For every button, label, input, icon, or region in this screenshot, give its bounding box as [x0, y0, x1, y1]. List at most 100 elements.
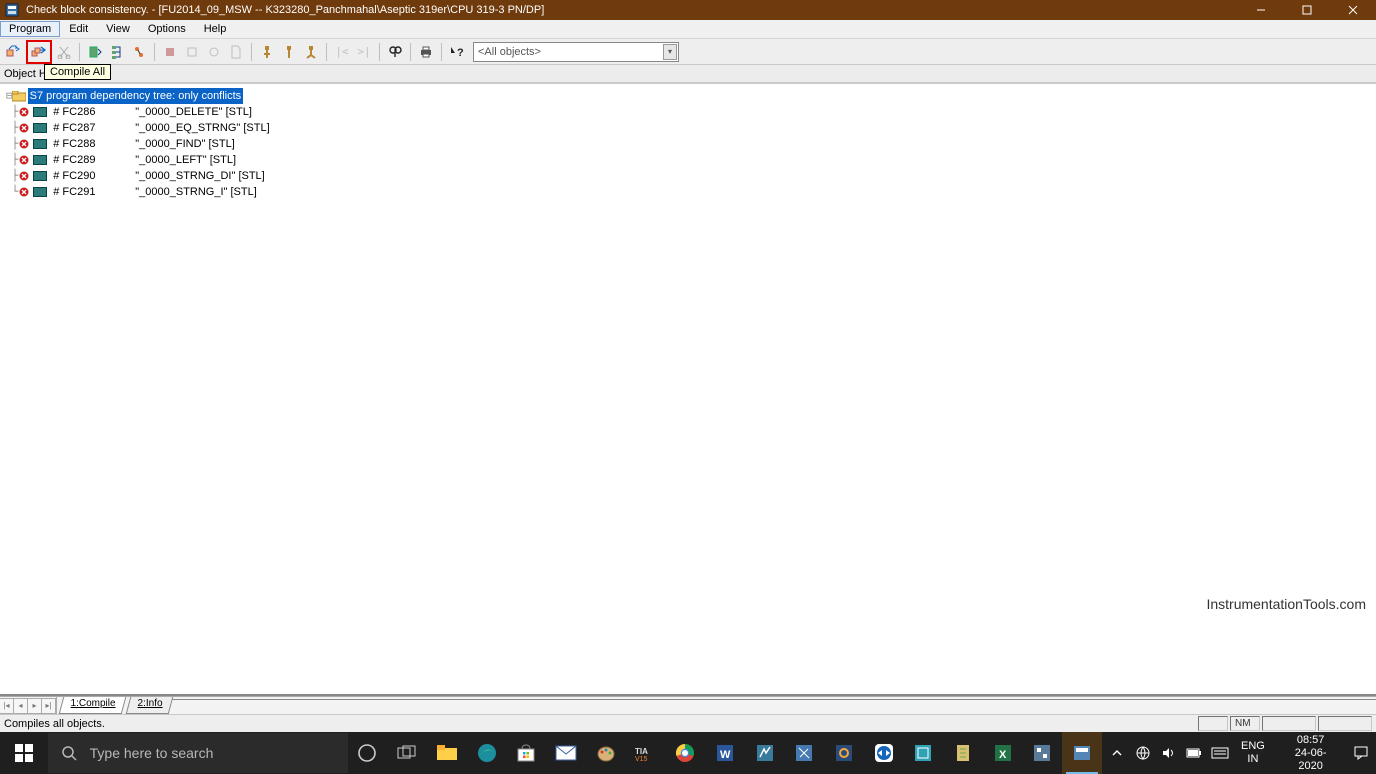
task-view-icon[interactable]	[387, 732, 427, 774]
tray-keyboard-icon[interactable]	[1211, 744, 1229, 762]
cut-button[interactable]	[54, 42, 74, 62]
context-help-button[interactable]: ?	[447, 42, 467, 62]
tray-chevron-icon[interactable]	[1108, 744, 1126, 762]
tray-language[interactable]: ENGIN	[1237, 740, 1269, 766]
error-icon	[17, 106, 31, 118]
square-button[interactable]	[182, 42, 202, 62]
tree-item[interactable]: ├ # FC288 "_0000_FIND" [STL]	[6, 136, 1370, 152]
tab-nav-last[interactable]: ▸|	[41, 698, 56, 714]
error-icon	[17, 122, 31, 134]
menu-program[interactable]: Program	[0, 21, 60, 37]
windows-taskbar: Type here to search TIAV15 W X ENGIN 08:…	[0, 732, 1376, 774]
error-icon	[17, 138, 31, 150]
app-icon-5[interactable]	[943, 732, 983, 774]
paint-icon[interactable]	[586, 732, 626, 774]
block-icon	[33, 107, 47, 117]
tray-clock[interactable]: 08:5724-06-2020	[1277, 734, 1345, 773]
menu-edit[interactable]: Edit	[60, 21, 97, 37]
toolbar: |< >| ? <All objects> ▾	[0, 39, 1376, 65]
simatic-icon[interactable]	[1062, 732, 1102, 774]
store-icon[interactable]	[506, 732, 546, 774]
status-text: Compiles all objects.	[4, 718, 105, 730]
search-placeholder: Type here to search	[90, 745, 214, 761]
tree-button[interactable]	[107, 42, 127, 62]
cortana-icon[interactable]	[348, 732, 388, 774]
refresh-button[interactable]	[85, 42, 105, 62]
app-icon-1[interactable]	[745, 732, 785, 774]
teamviewer-icon[interactable]	[864, 732, 904, 774]
compile-button[interactable]	[4, 42, 24, 62]
page-button[interactable]	[226, 42, 246, 62]
tab-nav-next[interactable]: ▸	[27, 698, 42, 714]
app-icon	[4, 2, 20, 18]
print-button[interactable]	[416, 42, 436, 62]
tia-icon[interactable]: TIAV15	[626, 732, 666, 774]
start-button[interactable]	[0, 732, 48, 774]
block-icon	[33, 171, 47, 181]
tree-item-name: # FC290	[53, 168, 119, 184]
tree-item-desc: "_0000_EQ_STRNG" [STL]	[135, 120, 269, 136]
stop-button[interactable]	[160, 42, 180, 62]
app-icon-4[interactable]	[903, 732, 943, 774]
watermark: InstrumentationTools.com	[1206, 596, 1366, 612]
toolbar-separator	[251, 43, 252, 61]
app-icon-3[interactable]	[824, 732, 864, 774]
block-icon	[33, 155, 47, 165]
toolbar-separator	[326, 43, 327, 61]
toolbar-separator	[79, 43, 80, 61]
toolbar-separator	[410, 43, 411, 61]
tree-item[interactable]: └ # FC291 "_0000_STRNG_I" [STL]	[6, 184, 1370, 200]
menu-options[interactable]: Options	[139, 21, 195, 37]
tree-item-name: # FC286	[53, 104, 119, 120]
tree-item[interactable]: ├ # FC287 "_0000_EQ_STRNG" [STL]	[6, 120, 1370, 136]
tab-nav-prev[interactable]: ◂	[13, 698, 28, 714]
toolbar-separator	[154, 43, 155, 61]
tab-compile[interactable]: 1:Compile	[59, 697, 127, 714]
tree-item-name: # FC291	[53, 184, 119, 200]
error-icon	[17, 154, 31, 166]
close-button[interactable]	[1330, 0, 1376, 20]
menu-help[interactable]: Help	[195, 21, 236, 37]
tab-info[interactable]: 2:Info	[126, 697, 174, 714]
tray-battery-icon[interactable]	[1185, 744, 1203, 762]
word-icon[interactable]: W	[705, 732, 745, 774]
tree-item-name: # FC289	[53, 152, 119, 168]
edge-icon[interactable]	[467, 732, 507, 774]
tree-item-name: # FC287	[53, 120, 119, 136]
tool-a-button[interactable]	[257, 42, 277, 62]
chrome-icon[interactable]	[665, 732, 705, 774]
tree-item[interactable]: ├ # FC286 "_0000_DELETE" [STL]	[6, 104, 1370, 120]
tree-item-desc: "_0000_LEFT" [STL]	[135, 152, 236, 168]
tool-c-button[interactable]	[301, 42, 321, 62]
tab-nav-first[interactable]: |◂	[0, 698, 14, 714]
menu-view[interactable]: View	[97, 21, 139, 37]
mail-icon[interactable]	[546, 732, 586, 774]
folder-icon	[12, 90, 26, 102]
minimize-button[interactable]	[1238, 0, 1284, 20]
link-button[interactable]	[129, 42, 149, 62]
tree-view[interactable]: ⊟ S7 program dependency tree: only confl…	[0, 83, 1376, 696]
action-center-icon[interactable]	[1352, 744, 1370, 762]
file-explorer-icon[interactable]	[427, 732, 467, 774]
tree-item[interactable]: ├ # FC289 "_0000_LEFT" [STL]	[6, 152, 1370, 168]
tree-item[interactable]: ├ # FC290 "_0000_STRNG_DI" [STL]	[6, 168, 1370, 184]
window-title: Check block consistency. - [FU2014_09_MS…	[24, 4, 1238, 16]
tray-network-icon[interactable]	[1134, 744, 1152, 762]
tray-volume-icon[interactable]	[1160, 744, 1178, 762]
circle-button[interactable]	[204, 42, 224, 62]
first-button[interactable]: |<	[332, 42, 352, 62]
find-button[interactable]	[385, 42, 405, 62]
taskbar-search[interactable]: Type here to search	[48, 733, 348, 773]
compile-all-button[interactable]	[29, 42, 49, 62]
title-bar: Check block consistency. - [FU2014_09_MS…	[0, 0, 1376, 20]
header-label: Object Hi	[4, 68, 49, 80]
last-button[interactable]: >|	[354, 42, 374, 62]
maximize-button[interactable]	[1284, 0, 1330, 20]
tree-root-row[interactable]: ⊟ S7 program dependency tree: only confl…	[6, 88, 1370, 104]
excel-icon[interactable]: X	[983, 732, 1023, 774]
dropdown-arrow-icon[interactable]: ▾	[663, 44, 677, 60]
app-icon-2[interactable]	[784, 732, 824, 774]
filter-combo[interactable]: <All objects> ▾	[473, 42, 679, 62]
app-icon-6[interactable]	[1023, 732, 1063, 774]
tool-b-button[interactable]	[279, 42, 299, 62]
